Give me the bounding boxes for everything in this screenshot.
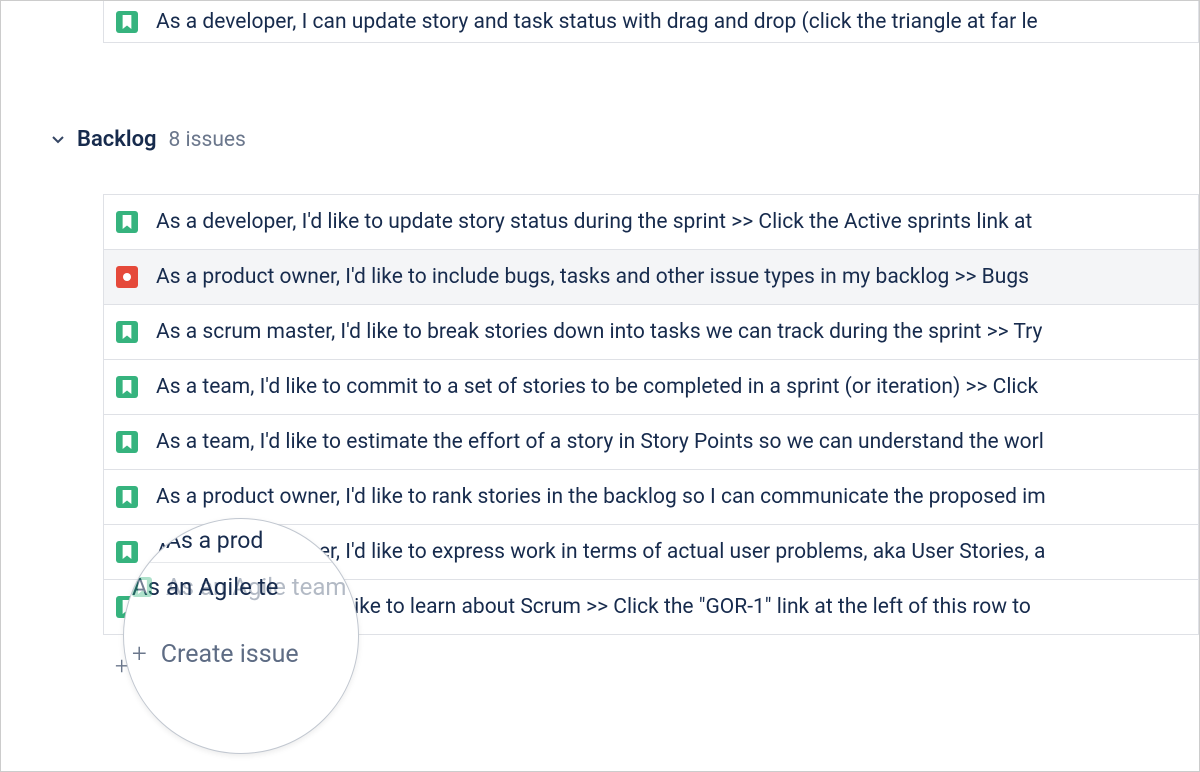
bug-icon (116, 266, 138, 288)
issue-row[interactable]: As a product owner, I'd like to include … (103, 250, 1199, 305)
story-icon (116, 486, 138, 508)
lens-create-label: Create issue (161, 640, 299, 669)
story-icon (132, 577, 152, 597)
backlog-count: 8 issues (169, 128, 246, 152)
lens-issue-row: As an Agile te As an Agile team (124, 563, 358, 611)
backlog-header[interactable]: Backlog 8 issues (49, 127, 1199, 152)
issue-row[interactable]: As a team, I'd like to commit to a set o… (103, 360, 1199, 415)
story-icon (116, 431, 138, 453)
lens-text: As a prod (166, 527, 263, 554)
story-icon (116, 11, 138, 33)
issue-summary: As a developer, I can update story and t… (156, 10, 1038, 34)
lens-issue-row: As a prod (124, 519, 358, 563)
story-icon (132, 531, 152, 551)
issue-row[interactable]: As a team, I'd like to estimate the effo… (103, 415, 1199, 470)
issue-summary: As a product owner, I'd like to include … (156, 265, 1029, 289)
chevron-down-icon[interactable] (49, 131, 67, 149)
story-icon (116, 376, 138, 398)
plus-icon: + (132, 641, 147, 667)
issue-row[interactable]: As a product owner, I'd like to rank sto… (103, 470, 1199, 525)
issue-summary: As a scrum master, I'd like to break sto… (156, 320, 1042, 344)
story-icon (116, 211, 138, 233)
lens-create-issue[interactable]: + Create issue (124, 627, 358, 681)
issue-summary: As a developer, I'd like to update story… (156, 210, 1032, 234)
issue-row[interactable]: As a scrum master, I'd like to break sto… (103, 305, 1199, 360)
story-icon (116, 321, 138, 343)
zoom-lens: As a prod As an Agile te As an Agile tea… (123, 518, 359, 754)
issue-summary: As a product owner, I'd like to rank sto… (156, 485, 1046, 509)
issue-summary: As a team, I'd like to commit to a set o… (156, 375, 1038, 399)
sprint-issue-row[interactable]: As a developer, I can update story and t… (103, 1, 1199, 43)
backlog-title: Backlog (77, 127, 157, 152)
issue-row[interactable]: As a developer, I'd like to update story… (103, 195, 1199, 250)
lens-input-text: As an Agile te (132, 573, 278, 601)
issue-summary: As a team, I'd like to estimate the effo… (156, 430, 1044, 454)
